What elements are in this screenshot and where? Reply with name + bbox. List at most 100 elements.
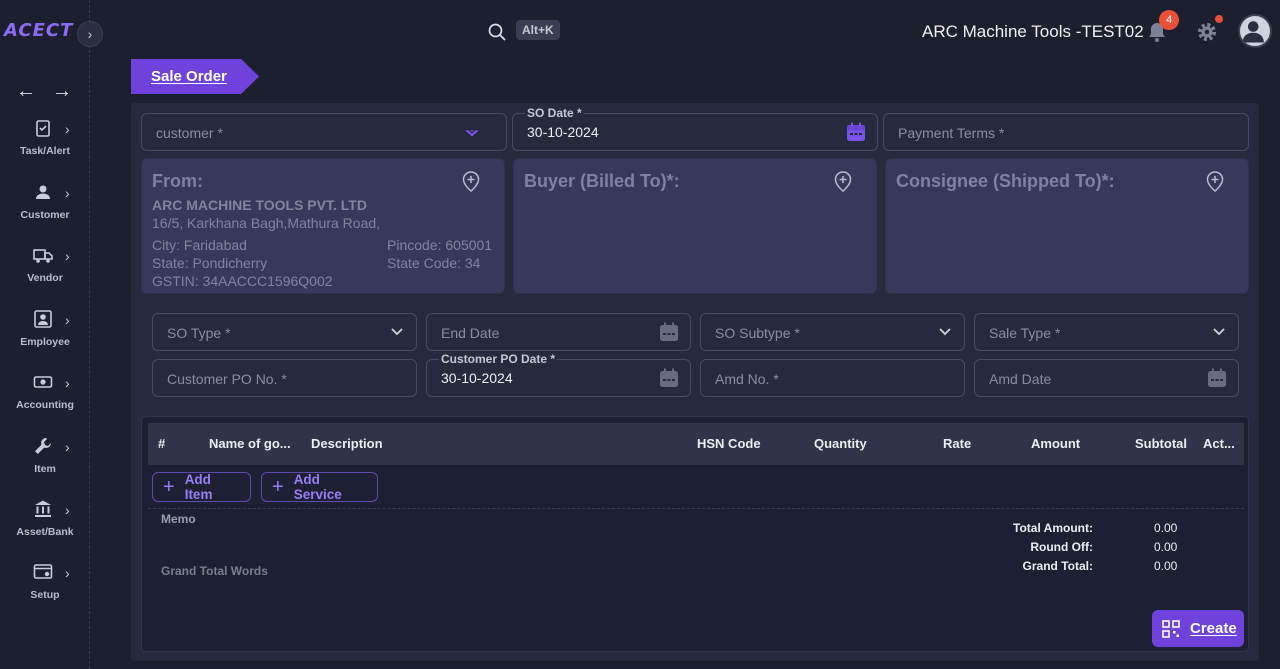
avatar[interactable] <box>1238 14 1272 48</box>
sale-type-placeholder: Sale Type * <box>989 325 1061 341</box>
search-shortcut-hint: Alt+K <box>516 20 560 40</box>
chevron-right-icon: › <box>65 185 70 201</box>
column-header: Act... <box>1203 436 1235 451</box>
gear-icon[interactable] <box>1196 21 1218 43</box>
from-city: City: Faridabad <box>152 237 247 253</box>
chevron-right-icon: › <box>65 312 70 328</box>
add-service-label: Add Service <box>293 472 342 502</box>
consignee-heading: Consignee (Shipped To)*: <box>896 171 1115 191</box>
calendar-icon[interactable] <box>659 368 679 388</box>
so-type-select[interactable]: SO Type * <box>152 313 417 351</box>
app-logo[interactable]: ACECT <box>4 20 73 41</box>
payment-terms-placeholder: Payment Terms * <box>898 125 1005 141</box>
grand-total-value: 0.00 <box>1154 559 1178 573</box>
customer-po-date-label: Customer PO Date * <box>439 352 558 366</box>
tab-sale-order[interactable]: Sale Order <box>131 59 259 94</box>
amd-no-field[interactable]: Amd No. * <box>700 359 965 397</box>
add-location-icon[interactable] <box>1204 170 1226 192</box>
sidebar-item-label: Asset/Bank <box>16 526 74 538</box>
column-header: # <box>158 436 166 451</box>
so-date-label: SO Date * <box>525 106 584 120</box>
column-header: Quantity <box>814 436 867 451</box>
from-state-code: State Code: 34 <box>387 255 481 271</box>
items-table: # Name of go... Description HSN Code Qua… <box>141 416 1249 652</box>
forward-arrow-icon[interactable]: → <box>52 80 72 103</box>
chevron-down-icon <box>1213 328 1225 336</box>
from-pincode: Pincode: 605001 <box>387 237 493 253</box>
round-off-label: Round Off: <box>1030 540 1093 554</box>
customer-po-no-field[interactable]: Customer PO No. * <box>152 359 417 397</box>
calendar-icon[interactable] <box>1207 368 1227 388</box>
add-location-icon[interactable] <box>460 170 482 192</box>
chevron-down-icon <box>939 328 951 336</box>
calendar-icon[interactable] <box>846 122 866 142</box>
end-date-field[interactable]: End Date <box>426 313 691 351</box>
add-service-button[interactable]: + Add Service <box>261 472 378 502</box>
grand-total-words-label: Grand Total Words <box>161 564 268 578</box>
settings-alert-dot <box>1215 15 1223 23</box>
divider <box>148 508 1244 509</box>
from-gstin: GSTIN: 34AACCC1596Q002 <box>152 273 333 289</box>
so-type-placeholder: SO Type * <box>167 325 231 341</box>
chevron-right-icon: › <box>65 502 70 518</box>
sale-type-select[interactable]: Sale Type * <box>974 313 1239 351</box>
calendar-icon[interactable] <box>659 322 679 342</box>
notification-badge: 4 <box>1159 10 1179 30</box>
column-header: HSN Code <box>697 436 761 451</box>
create-label: Create <box>1190 620 1237 637</box>
so-date-field[interactable]: SO Date * 30-10-2024 <box>512 106 878 151</box>
amd-date-placeholder: Amd Date <box>989 371 1052 387</box>
amd-date-field[interactable]: Amd Date <box>974 359 1239 397</box>
sidebar-item-label: Task/Alert <box>20 145 70 157</box>
payment-terms-field[interactable]: Payment Terms * <box>883 113 1249 151</box>
customer-select[interactable]: customer * <box>141 113 507 151</box>
app-root: ACECT › ← → › Task/Alert › Customer › Ve… <box>0 0 1280 669</box>
customer-icon <box>36 185 50 199</box>
customer-po-date-field[interactable]: Customer PO Date * 30-10-2024 <box>426 352 691 397</box>
amd-no-placeholder: Amd No. * <box>715 371 779 387</box>
so-subtype-select[interactable]: SO Subtype * <box>700 313 965 351</box>
column-header: Subtotal <box>1135 436 1187 451</box>
plus-icon: + <box>272 476 284 498</box>
sidebar-item-label: Item <box>34 463 56 475</box>
total-amount-label: Total Amount: <box>1013 521 1093 535</box>
qr-grid-icon <box>1162 619 1180 638</box>
sidebar-toggle-button[interactable]: › <box>77 21 103 47</box>
add-item-label: Add Item <box>184 472 213 502</box>
end-date-placeholder: End Date <box>441 325 500 341</box>
from-state: State: Pondicherry <box>152 255 268 271</box>
money-icon <box>33 376 53 388</box>
column-header: Name of go... <box>209 436 291 451</box>
sidebar-item-label: Vendor <box>27 272 63 284</box>
grand-total-label: Grand Total: <box>1022 559 1093 573</box>
chevron-right-icon: › <box>87 26 93 42</box>
from-company-name: ARC MACHINE TOOLS PVT. LTD <box>152 197 367 213</box>
from-heading: From: <box>152 171 203 191</box>
column-header: Amount <box>1031 436 1081 451</box>
search-icon[interactable] <box>488 23 506 41</box>
add-item-button[interactable]: + Add Item <box>152 472 251 502</box>
chevron-down-icon <box>391 328 403 336</box>
buyer-address-card[interactable]: Buyer (Billed To)*: <box>513 158 877 294</box>
sidebar-item-label: Customer <box>20 209 70 221</box>
plus-icon: + <box>163 476 175 498</box>
add-location-icon[interactable] <box>832 170 854 192</box>
wrench-icon <box>35 438 51 454</box>
chevron-right-icon: › <box>65 565 70 581</box>
buyer-heading: Buyer (Billed To)*: <box>524 171 680 191</box>
consignee-address-card[interactable]: Consignee (Shipped To)*: <box>885 158 1249 294</box>
memo-label[interactable]: Memo <box>161 512 196 526</box>
customer-placeholder: customer * <box>156 125 223 141</box>
back-arrow-icon[interactable]: ← <box>16 80 36 103</box>
bank-icon <box>35 500 51 517</box>
history-nav: ← → <box>16 80 72 103</box>
sidebar-item-label: Setup <box>30 589 60 601</box>
employee-icon <box>34 310 52 328</box>
from-address-line: 16/5, Karkhana Bagh,Mathura Road, <box>152 215 381 231</box>
chevron-right-icon: › <box>65 248 70 264</box>
chevron-right-icon: › <box>65 439 70 455</box>
customer-po-no-placeholder: Customer PO No. * <box>167 371 287 387</box>
column-header: Description <box>311 436 383 451</box>
create-button[interactable]: Create <box>1152 610 1244 647</box>
chevron-right-icon: › <box>65 121 70 137</box>
